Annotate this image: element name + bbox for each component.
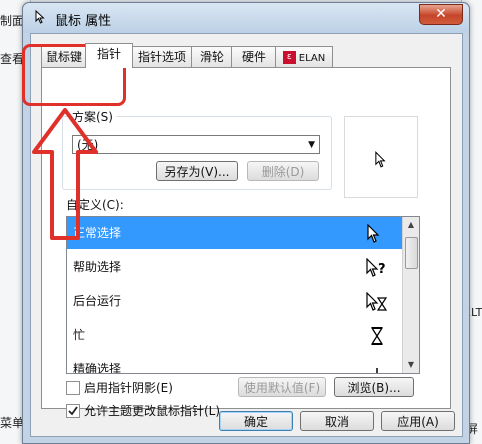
list-item[interactable]: 精确选择 [67, 353, 403, 374]
list-item-label: 后台运行 [73, 294, 122, 308]
dialog-title: 鼠标 属性 [55, 14, 112, 29]
list-item[interactable]: 帮助选择 ? [67, 251, 403, 283]
save-as-button[interactable]: 另存为(V)... [156, 161, 238, 181]
browse-button[interactable]: 浏览(B)... [334, 377, 414, 397]
cancel-button[interactable]: 取消 [300, 411, 374, 431]
list-item-label: 帮助选择 [73, 260, 122, 274]
background-text: 制面 [0, 14, 25, 28]
cursor-preview [344, 116, 418, 198]
apply-button[interactable]: 应用(A) [381, 411, 455, 431]
scheme-dropdown[interactable]: (无) ▼ [72, 135, 320, 154]
scroll-thumb[interactable] [405, 237, 418, 269]
tab-wheel[interactable]: 滑轮 [191, 46, 233, 67]
close-icon: ✕ [435, 6, 447, 22]
shadow-label: 启用指针阴影(E) [84, 381, 173, 395]
list-item[interactable]: 忙 [67, 319, 403, 351]
background-text: 菜单 [0, 416, 25, 430]
mouse-icon [35, 10, 45, 24]
tab-hardware[interactable]: 硬件 [231, 46, 277, 67]
tab-pointers[interactable]: 指针 [85, 43, 133, 68]
ok-button[interactable]: 确定 [219, 411, 293, 431]
scroll-down-icon[interactable]: ▼ [403, 357, 419, 373]
svg-text:?: ? [378, 262, 386, 277]
up-arrow-annotation [32, 108, 98, 240]
title-bar[interactable]: 鼠标 属性 ✕ [23, 3, 469, 33]
close-button[interactable]: ✕ [419, 4, 463, 25]
list-item-label: 精确选择 [73, 362, 122, 374]
chevron-down-icon: ▼ [308, 140, 315, 150]
shadow-checkbox[interactable] [66, 381, 80, 395]
busy-cursor-icon [371, 327, 383, 345]
help-cursor-icon: ? [366, 258, 386, 277]
cursor-list[interactable]: 正常选择 帮助选择 ? 后台运行 忙 精确选择 ▲ ▼ [66, 216, 420, 374]
list-item[interactable]: 后台运行 [67, 285, 403, 317]
use-default-button[interactable]: 使用默认值(F) [238, 377, 326, 397]
working-cursor-icon [366, 292, 388, 311]
elan-icon: ε [282, 51, 296, 64]
allow-theme-checkbox[interactable] [66, 404, 80, 418]
tab-pointer-options[interactable]: 指针选项 [131, 46, 193, 67]
list-item[interactable]: 正常选择 [67, 217, 403, 249]
list-scrollbar[interactable]: ▲ ▼ [402, 217, 419, 373]
delete-button[interactable]: 删除(D) [247, 161, 319, 181]
precision-cursor-icon [376, 368, 378, 373]
arrow-cursor-icon [367, 224, 380, 243]
check-icon [68, 406, 78, 416]
allow-theme-label: 允许主题更改鼠标指针(L) [84, 404, 221, 418]
scroll-up-icon[interactable]: ▲ [403, 217, 419, 233]
tab-elan[interactable]: ε ELAN [275, 46, 333, 67]
list-item-label: 忙 [73, 328, 86, 342]
pointers-panel: 方案(S) (无) ▼ 另存为(V)... 删除(D) 自定义(C): 正常选择 [41, 67, 451, 418]
arrow-cursor-icon [375, 151, 386, 168]
tab-elan-label: ELAN [298, 53, 326, 64]
